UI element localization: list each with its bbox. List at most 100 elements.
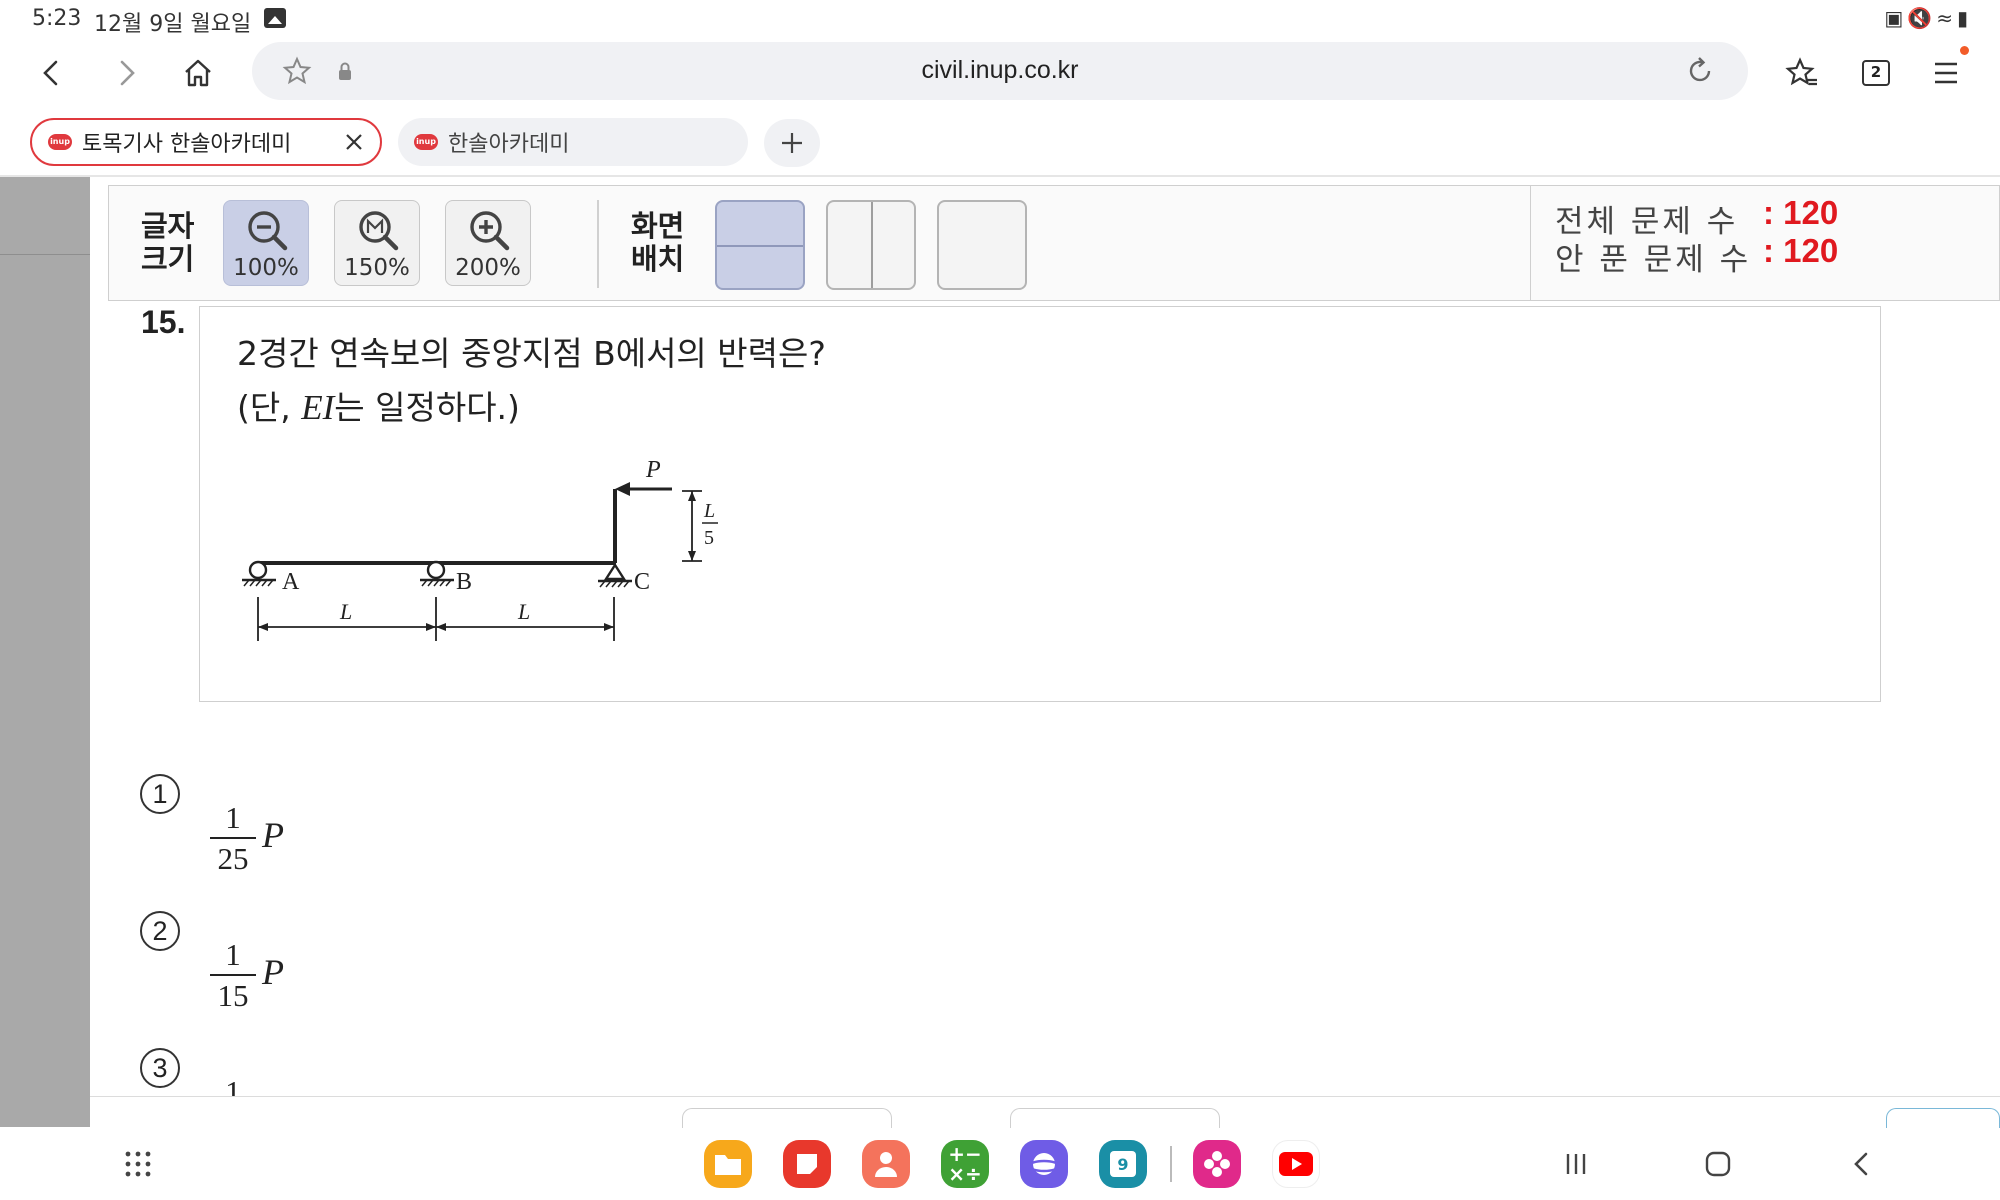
question-count-panel: 전체 문제 수 : 120 안 푼 문제 수 : 120 [1530, 186, 2000, 300]
calculator-icon[interactable]: +− ×÷ [941, 1140, 989, 1188]
support-a [242, 560, 276, 587]
gallery-notification-icon [264, 8, 286, 28]
person-icon [875, 1152, 897, 1177]
recents-icon [1566, 1154, 1586, 1174]
forward-icon [120, 60, 135, 86]
unsolved-questions-label: 안 푼 문제 수 [1555, 242, 1752, 278]
divider [597, 200, 599, 288]
url-text: civil.inup.co.kr [921, 56, 1079, 84]
bookmarks-icon [1785, 57, 1817, 86]
total-questions-value: : 120 [1763, 194, 1839, 231]
unsolved-questions-value: : 120 [1763, 232, 1839, 269]
address-bar[interactable]: civil.inup.co.kr [252, 42, 1748, 100]
status-bar: 5:23 12월 9일 월요일 ▣🔇≈▮ [0, 0, 2000, 37]
layout-blank-button[interactable] [937, 200, 1027, 290]
internet-icon[interactable] [1020, 1140, 1068, 1188]
layout-split-button[interactable] [826, 200, 916, 290]
zoom-reset-icon [359, 211, 399, 251]
span-label-1: L [339, 599, 352, 624]
side-panel [0, 177, 90, 1127]
support-a-label: A [282, 569, 300, 595]
plus-icon [782, 133, 802, 153]
zoom-out-icon [248, 211, 288, 251]
calculator-glyph: +− ×÷ [948, 1142, 982, 1186]
play-icon [1279, 1152, 1313, 1176]
layout-label-line1: 화면 [631, 209, 685, 243]
back-button[interactable] [24, 40, 80, 106]
span-dimension [257, 597, 615, 641]
fraction: 1 25 [210, 802, 256, 876]
divider [1170, 1146, 1172, 1182]
zoom-150-button[interactable]: 150% [334, 200, 420, 286]
recent-apps-button[interactable] [1548, 1138, 1604, 1190]
back-nav-button[interactable] [1834, 1138, 1890, 1190]
wifi-icon: ≈ [1936, 6, 1957, 30]
app-grid-icon [125, 1151, 151, 1177]
beam-diagram: P A B C L L L 5 [242, 457, 718, 641]
status-date: 12월 9일 월요일 [94, 12, 252, 37]
question-text-line2: (단, EI는 일정하다.) [237, 381, 520, 429]
ei-symbol: EI [301, 388, 335, 427]
youtube-icon[interactable] [1272, 1140, 1320, 1188]
arrowhead [615, 482, 630, 496]
layout-label: 화면 배치 [631, 210, 691, 276]
calendar-icon[interactable]: 9 [1099, 1140, 1147, 1188]
tab-tomok[interactable]: inup 토목기사 한솔아카데미 [30, 118, 382, 166]
home-icon [185, 59, 211, 87]
tab-hansol[interactable]: inup 한솔아카데미 [398, 118, 748, 166]
home-button[interactable] [170, 40, 226, 106]
zoom-label: 100% [233, 255, 299, 281]
exam-control-bar: 글자 크기 100% 150% 200% 화면 배치 전체 문제 수 : 120 안… [108, 185, 2000, 301]
my-files-icon[interactable] [704, 1140, 752, 1188]
close-icon[interactable] [342, 130, 366, 154]
choice-number[interactable]: 2 [140, 911, 180, 951]
zoom-100-button[interactable]: 100% [223, 200, 309, 286]
zoom-in-icon [470, 211, 510, 251]
tab-title: 토목기사 한솔아카데미 [82, 132, 292, 157]
question-text-line1: 2경간 연속보의 중앙지점 B에서의 반력은? [237, 334, 826, 373]
zoom-label: 200% [455, 255, 521, 281]
home-square-icon [1705, 1151, 1731, 1177]
mute-icon: 🔇 [1907, 6, 1937, 30]
question-text-suffix: 는 일정하다.) [334, 388, 520, 427]
bixby-icon[interactable] [1193, 1140, 1241, 1188]
height-dimension [682, 490, 702, 562]
home-nav-button[interactable] [1690, 1138, 1746, 1190]
tab-title: 한솔아카데미 [448, 132, 570, 157]
choice-variable: P [262, 952, 284, 992]
reload-icon[interactable] [1684, 55, 1716, 87]
system-status-icons: ▣🔇≈▮ [1884, 6, 1972, 30]
font-size-label-line2: 크기 [141, 242, 195, 276]
notes-icon[interactable] [783, 1140, 831, 1188]
navigation-bar: +− ×÷ 9 [0, 1128, 2000, 1200]
new-tab-button[interactable] [764, 119, 820, 167]
note-icon [797, 1154, 817, 1174]
choice-number[interactable]: 1 [140, 774, 180, 814]
menu-icon [1935, 62, 1957, 84]
question-number: 15. [141, 304, 186, 340]
question-box: 2경간 연속보의 중앙지점 B에서의 반력은? (단, EI는 일정하다.) P… [199, 306, 1881, 702]
security-icon: ▣ [1884, 6, 1908, 30]
choice-number[interactable]: 3 [140, 1048, 180, 1088]
support-b [420, 560, 454, 587]
contacts-icon[interactable] [862, 1140, 910, 1188]
bookmarks-button[interactable] [1774, 40, 1830, 106]
height-label-den: 5 [704, 527, 714, 549]
fraction-denominator: 25 [217, 841, 249, 876]
choice-variable: P [262, 815, 284, 855]
planet-icon [1028, 1153, 1060, 1175]
zoom-200-button[interactable]: 200% [445, 200, 531, 286]
tab-count-icon[interactable]: 2 [1862, 60, 1890, 86]
layout-single-button[interactable] [715, 200, 805, 290]
battery-icon: ▮ [1956, 6, 1972, 30]
question-text-prefix: (단, [237, 388, 302, 427]
apps-button[interactable] [110, 1138, 166, 1190]
calendar-day: 9 [1110, 1151, 1136, 1177]
fraction-bar [210, 974, 256, 976]
folder-icon [715, 1155, 741, 1175]
zoom-label: 150% [344, 255, 410, 281]
forward-button[interactable] [98, 40, 154, 106]
status-time: 5:23 [32, 6, 82, 31]
back-icon [43, 60, 58, 86]
fraction: 1 15 [210, 939, 256, 1013]
